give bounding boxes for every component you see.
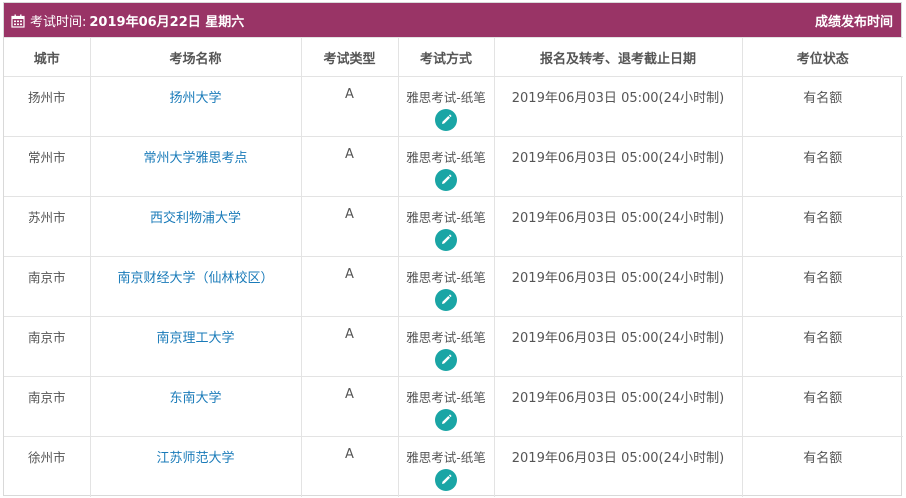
edit-button[interactable] [435, 229, 457, 251]
venue-cell: 扬州大学 [89, 76, 302, 137]
column-header-method: 考试方式 [397, 37, 495, 77]
exam-method-text: 雅思考试-纸笔 [406, 450, 486, 465]
exam-date: 2019年06月22日 星期六 [89, 14, 245, 30]
seat-status-cell: 有名额 [741, 436, 903, 497]
exam-method-text: 雅思考试-纸笔 [406, 270, 486, 285]
city-cell: 南京市 [4, 316, 91, 377]
deadline-cell: 2019年06月03日 05:00(24小时制) [493, 256, 743, 317]
pencil-edit-icon [442, 234, 452, 244]
venue-link[interactable]: 南京理工大学 [156, 331, 234, 346]
column-header-city: 城市 [4, 37, 91, 77]
pencil-edit-icon [442, 414, 452, 424]
pencil-edit-icon [442, 114, 452, 124]
column-header-deadline: 报名及转考、退考截止日期 [493, 37, 743, 77]
pencil-edit-icon [442, 294, 452, 304]
exam-type-cell: A [300, 76, 399, 137]
deadline-cell: 2019年06月03日 05:00(24小时制) [493, 376, 743, 437]
table-row: 扬州市 扬州大学 A 雅思考试-纸笔 2019年06月03日 05:00(24小… [4, 76, 903, 137]
city-cell: 南京市 [4, 376, 91, 437]
venue-link[interactable]: 扬州大学 [169, 91, 221, 106]
exam-method-text: 雅思考试-纸笔 [406, 330, 486, 345]
exam-method-text: 雅思考试-纸笔 [406, 90, 486, 105]
exam-type-cell: A [300, 196, 399, 257]
exam-type-cell: A [300, 136, 399, 197]
exam-method-cell: 雅思考试-纸笔 [397, 256, 495, 317]
pencil-edit-icon [442, 174, 452, 184]
venue-cell: 东南大学 [89, 376, 302, 437]
deadline-cell: 2019年06月03日 05:00(24小时制) [493, 316, 743, 377]
exam-method-text: 雅思考试-纸笔 [406, 210, 486, 225]
city-cell: 扬州市 [4, 76, 91, 137]
exam-type-cell: A [300, 256, 399, 317]
deadline-cell: 2019年06月03日 05:00(24小时制) [493, 436, 743, 497]
table-header-row: 城市 考场名称 考试类型 考试方式 报名及转考、退考截止日期 考位状态 [4, 37, 903, 77]
exam-method-cell: 雅思考试-纸笔 [397, 316, 495, 377]
venue-cell: 常州大学雅思考点 [89, 136, 302, 197]
table-row: 南京市 南京财经大学（仙林校区） A 雅思考试-纸笔 2019年06月03日 0… [4, 256, 903, 317]
exam-session-panel: 考试时间: 2019年06月22日 星期六 成绩发布时间 城市 考场名称 考试类… [3, 2, 903, 497]
column-header-type: 考试类型 [300, 37, 399, 77]
exam-method-cell: 雅思考试-纸笔 [397, 376, 495, 437]
edit-button[interactable] [435, 289, 457, 311]
deadline-cell: 2019年06月03日 05:00(24小时制) [493, 76, 743, 137]
venue-table-body: 扬州市 扬州大学 A 雅思考试-纸笔 2019年06月03日 05:00(24小… [4, 76, 903, 497]
seat-status-cell: 有名额 [741, 376, 903, 437]
venue-cell: 南京财经大学（仙林校区） [89, 256, 302, 317]
table-row: 南京市 东南大学 A 雅思考试-纸笔 2019年06月03日 05:00(24小… [4, 376, 903, 437]
edit-button[interactable] [435, 169, 457, 191]
exam-type-cell: A [300, 376, 399, 437]
table-row: 苏州市 西交利物浦大学 A 雅思考试-纸笔 2019年06月03日 05:00(… [4, 196, 903, 257]
city-cell: 苏州市 [4, 196, 91, 257]
seat-status-cell: 有名额 [741, 196, 903, 257]
exam-type-cell: A [300, 316, 399, 377]
table-row: 常州市 常州大学雅思考点 A 雅思考试-纸笔 2019年06月03日 05:00… [4, 136, 903, 197]
venue-cell: 西交利物浦大学 [89, 196, 302, 257]
session-header: 考试时间: 2019年06月22日 星期六 成绩发布时间 [4, 3, 901, 37]
venue-link[interactable]: 东南大学 [169, 391, 221, 406]
exam-time-label: 考试时间: [30, 14, 87, 30]
edit-button[interactable] [435, 109, 457, 131]
edit-button[interactable] [435, 409, 457, 431]
venue-link[interactable]: 西交利物浦大学 [150, 211, 241, 226]
exam-method-cell: 雅思考试-纸笔 [397, 436, 495, 497]
venue-link[interactable]: 南京财经大学（仙林校区） [117, 271, 273, 286]
venue-cell: 江苏师范大学 [89, 436, 302, 497]
exam-method-text: 雅思考试-纸笔 [406, 390, 486, 405]
pencil-edit-icon [442, 474, 452, 484]
deadline-cell: 2019年06月03日 05:00(24小时制) [493, 136, 743, 197]
score-release-link[interactable]: 成绩发布时间 [815, 11, 893, 30]
city-cell: 常州市 [4, 136, 91, 197]
exam-method-cell: 雅思考试-纸笔 [397, 76, 495, 137]
pencil-edit-icon [442, 354, 452, 364]
edit-button[interactable] [435, 349, 457, 371]
venue-link[interactable]: 常州大学雅思考点 [143, 151, 247, 166]
venue-cell: 南京理工大学 [89, 316, 302, 377]
seat-status-cell: 有名额 [741, 136, 903, 197]
seat-status-cell: 有名额 [741, 316, 903, 377]
venue-link[interactable]: 江苏师范大学 [156, 451, 234, 466]
venue-table: 城市 考场名称 考试类型 考试方式 报名及转考、退考截止日期 考位状态 扬州市 … [4, 37, 903, 497]
exam-type-cell: A [300, 436, 399, 497]
exam-method-cell: 雅思考试-纸笔 [397, 196, 495, 257]
city-cell: 南京市 [4, 256, 91, 317]
exam-method-cell: 雅思考试-纸笔 [397, 136, 495, 197]
column-header-status: 考位状态 [741, 37, 903, 77]
edit-button[interactable] [435, 469, 457, 491]
seat-status-cell: 有名额 [741, 76, 903, 137]
exam-method-text: 雅思考试-纸笔 [406, 150, 486, 165]
city-cell: 徐州市 [4, 436, 91, 497]
deadline-cell: 2019年06月03日 05:00(24小时制) [493, 196, 743, 257]
seat-status-cell: 有名额 [741, 256, 903, 317]
table-row: 南京市 南京理工大学 A 雅思考试-纸笔 2019年06月03日 05:00(2… [4, 316, 903, 377]
session-header-left: 考试时间: 2019年06月22日 星期六 [11, 11, 244, 30]
column-header-venue: 考场名称 [89, 37, 302, 77]
calendar-icon [11, 13, 25, 28]
table-row: 徐州市 江苏师范大学 A 雅思考试-纸笔 2019年06月03日 05:00(2… [4, 436, 903, 497]
